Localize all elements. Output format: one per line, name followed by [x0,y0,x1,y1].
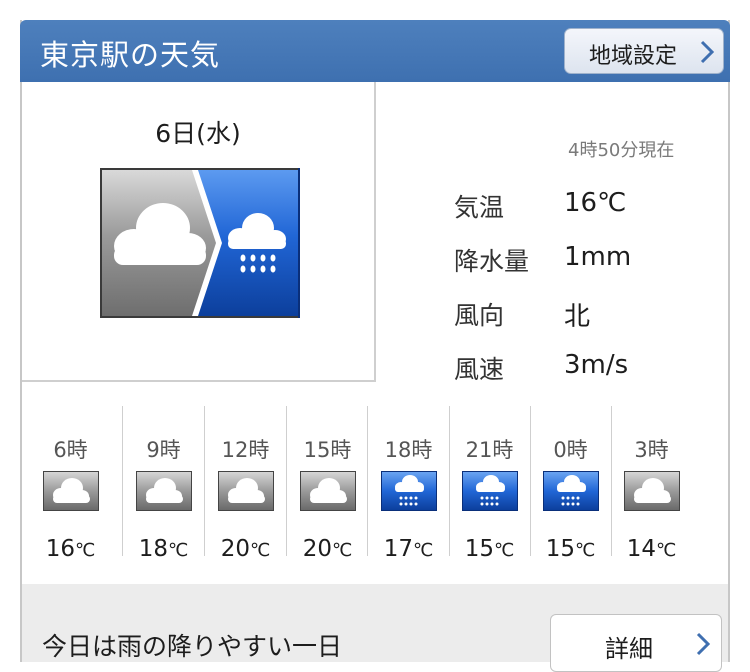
stat-label: 風向 [454,301,505,330]
hour-temp-unit: ℃ [413,540,434,561]
region-settings-button[interactable]: 地域設定 [564,28,724,74]
hour-time: 9時 [146,438,181,462]
update-time: 4時50分現在 [568,140,675,161]
cloud-icon [43,471,99,515]
hour-temp-unit: ℃ [656,540,677,561]
hour-temp-unit: ℃ [332,540,353,561]
hour-temp: 17℃ [368,536,449,562]
current-weather-panel: 6日(水) [22,82,376,382]
hour-column: 18時 17℃ [368,406,449,572]
cloud-icon [136,471,192,515]
hour-column: 12時 20℃ [205,406,286,572]
hour-temp-value: 15 [464,536,495,562]
hour-temp-value: 17 [383,536,414,562]
hour-time: 6時 [53,438,88,462]
stat-label: 気温 [454,193,505,222]
hour-temp-value: 20 [220,536,251,562]
hour-column: 6時 16℃ [30,406,111,572]
daily-summary: 今日は雨の降りやすい一日 [42,632,343,661]
hour-temp: 15℃ [530,536,611,562]
hourly-forecast: 6時 16℃ 9時 18℃ 12時 20℃ 15時 20℃ 18時 17℃ 21… [22,406,732,572]
hour-column: 21時 15℃ [449,406,530,572]
hour-column: 9時 18℃ [123,406,204,572]
hour-temp-unit: ℃ [494,540,515,561]
hour-column: 15時 20℃ [287,406,368,572]
chevron-right-icon [696,632,711,656]
hour-temp-unit: ℃ [575,540,596,561]
hour-temp-value: 16 [45,536,76,562]
cloudy-then-rain-icon [100,168,300,322]
hour-temp-value: 14 [626,536,657,562]
stat-value: 北 [564,302,591,332]
cloud-icon [624,471,680,515]
stat-label: 降水量 [454,247,530,276]
weather-widget: 東京駅の天気 地域設定 6日(水) 4時50分現在 気温 16℃ 降水量 1mm… [20,20,732,672]
cloud-icon [218,471,274,515]
current-date: 6日(水) [155,119,241,148]
forecast-footer: 今日は雨の降りやすい一日 詳細 [22,584,728,672]
hour-temp: 18℃ [123,536,204,562]
cloud-icon [300,471,356,515]
stat-value: 3m/s [564,350,629,380]
hour-time: 15時 [303,438,352,462]
region-settings-label: 地域設定 [589,44,678,69]
chevron-right-icon [700,40,715,64]
rain-icon [462,471,518,515]
hour-temp: 20℃ [287,536,368,562]
hour-temp-unit: ℃ [75,540,96,561]
hour-temp-value: 20 [302,536,333,562]
hour-column: 3時 14℃ [611,406,692,572]
hour-temp-value: 15 [545,536,576,562]
hour-time: 0時 [553,438,588,462]
hour-temp: 15℃ [449,536,530,562]
hour-time: 18時 [384,438,433,462]
stat-value: 16℃ [564,188,627,218]
detail-button-label: 詳細 [605,635,653,663]
stat-value: 1mm [564,242,632,272]
widget-header: 東京駅の天気 地域設定 [20,20,730,82]
stat-label: 風速 [454,355,505,384]
hour-temp-unit: ℃ [250,540,271,561]
hour-column: 0時 15℃ [530,406,611,572]
detail-button[interactable]: 詳細 [550,614,722,672]
rain-icon [381,471,437,515]
hour-temp-value: 18 [138,536,169,562]
hour-temp: 16℃ [30,536,111,562]
hour-temp-unit: ℃ [168,540,189,561]
hour-temp: 20℃ [205,536,286,562]
hour-time: 12時 [221,438,270,462]
hour-time: 3時 [634,438,669,462]
header-title: 東京駅の天気 [40,38,221,72]
rain-icon [543,471,599,515]
hour-temp: 14℃ [611,536,692,562]
hour-time: 21時 [465,438,514,462]
